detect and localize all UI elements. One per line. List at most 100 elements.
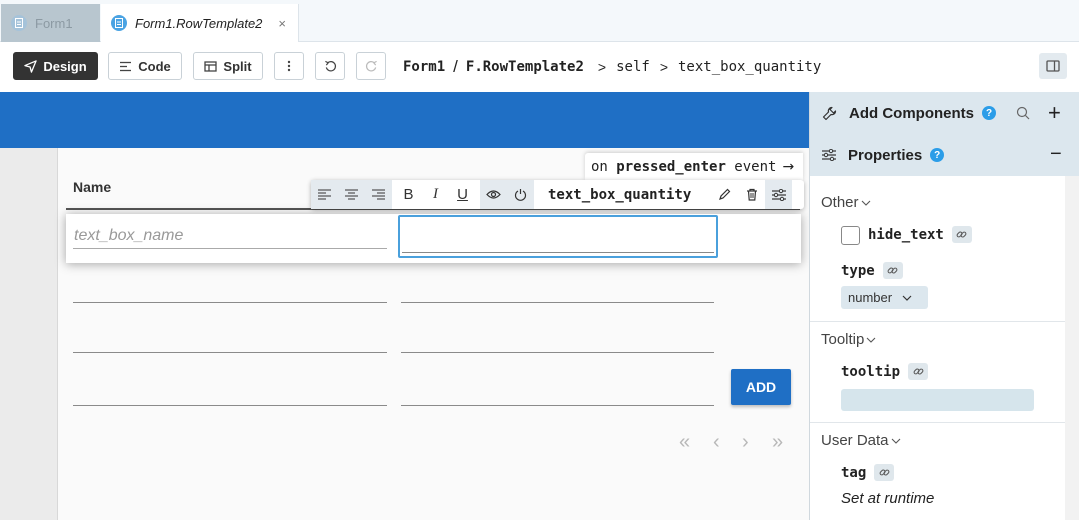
align-group <box>311 180 392 209</box>
section-user-data[interactable]: User Data <box>821 432 901 449</box>
event-prefix: on <box>591 158 617 175</box>
visibility-group <box>480 180 534 209</box>
align-left-icon[interactable] <box>311 180 338 209</box>
prop-type: type <box>841 262 903 279</box>
next-page-icon[interactable]: › <box>742 431 749 454</box>
type-select[interactable]: number <box>841 286 928 309</box>
breadcrumb-component[interactable]: text_box_quantity <box>678 59 821 75</box>
chevron-down-icon <box>866 337 876 343</box>
row-field-line <box>401 302 714 303</box>
toggle-panel-button[interactable] <box>1039 53 1067 79</box>
properties-title: Properties <box>848 146 923 164</box>
prop-tag: tag <box>841 464 895 481</box>
tag-value: Set at runtime <box>841 490 935 507</box>
row-field-line <box>401 352 714 353</box>
undo-button[interactable] <box>315 52 345 80</box>
breadcrumb-self[interactable]: self <box>616 59 650 75</box>
prop-hide-text-label: hide_text <box>868 226 944 243</box>
pencil-icon[interactable] <box>711 180 738 209</box>
add-button[interactable]: ADD <box>731 369 791 405</box>
prop-tag-label: tag <box>841 464 867 481</box>
trash-icon[interactable] <box>738 180 765 209</box>
breadcrumb-template[interactable]: F.RowTemplate2 <box>466 59 584 75</box>
tab-form1-rowtemplate2[interactable]: Form1.RowTemplate2 × <box>101 4 299 42</box>
component-name-label: text_box_quantity <box>548 186 692 203</box>
row-field-line <box>73 352 387 353</box>
name-field[interactable]: text_box_name <box>73 226 387 249</box>
properties-header[interactable]: Properties ? − <box>810 134 1079 176</box>
tab-label: Form1 <box>35 15 73 31</box>
split-view-icon <box>204 60 218 72</box>
vertical-dots-icon <box>287 60 291 72</box>
underline-button[interactable]: U <box>449 180 476 209</box>
wrench-icon <box>822 106 837 120</box>
more-options-button[interactable] <box>274 52 304 80</box>
undo-icon <box>324 60 336 71</box>
arrow-right-icon: → <box>782 158 795 175</box>
help-icon[interactable]: ? <box>930 148 945 162</box>
breadcrumb-separator: > <box>597 59 607 75</box>
sliders-icon[interactable] <box>765 180 792 209</box>
breadcrumb-separator: > <box>659 59 668 75</box>
tab-label: Form1.RowTemplate2 <box>135 15 263 31</box>
tooltip-input[interactable] <box>841 389 1034 411</box>
prev-page-icon[interactable]: ‹ <box>713 431 720 454</box>
split-label: Split <box>223 58 252 74</box>
event-suffix: event <box>725 158 777 175</box>
row-field-line <box>73 405 387 406</box>
column-header-name: Name <box>73 179 112 195</box>
split-button[interactable]: Split <box>193 52 263 80</box>
form-icon <box>111 15 127 31</box>
power-icon[interactable] <box>507 180 534 209</box>
redo-button[interactable] <box>356 52 386 80</box>
event-binding-bar[interactable]: on pressed_enter event → <box>585 153 803 180</box>
breadcrumb-form[interactable]: Form1 <box>403 59 445 75</box>
quantity-field[interactable] <box>398 215 718 258</box>
panel-scrollbar[interactable] <box>1065 176 1079 520</box>
collapse-icon[interactable]: − <box>1050 143 1062 166</box>
align-center-icon[interactable] <box>338 180 365 209</box>
italic-button[interactable]: I <box>422 180 449 209</box>
chevron-down-icon <box>902 295 912 301</box>
close-icon[interactable]: × <box>278 16 286 31</box>
bold-button[interactable]: B <box>395 180 422 209</box>
form-icon <box>11 15 27 31</box>
hide-text-checkbox[interactable] <box>841 226 860 245</box>
link-icon[interactable] <box>908 363 929 380</box>
design-canvas: Name text_box_name ADD « ‹ › » on presse… <box>0 92 809 520</box>
design-button[interactable]: Design <box>13 52 98 80</box>
section-tooltip-label: Tooltip <box>821 331 865 348</box>
event-name: pressed_enter <box>616 158 726 175</box>
section-other[interactable]: Other <box>821 194 871 211</box>
row-field-line <box>73 302 387 303</box>
toolbar-divider <box>392 180 393 209</box>
selected-row[interactable]: text_box_name <box>66 214 801 263</box>
side-panel-icon <box>1046 60 1060 72</box>
format-toolbar: B I U text_box_quantity <box>311 180 804 209</box>
type-select-value: number <box>848 290 893 305</box>
code-lines-icon <box>120 61 132 71</box>
align-right-icon[interactable] <box>365 180 392 209</box>
link-icon[interactable] <box>882 262 903 279</box>
section-tooltip[interactable]: Tooltip <box>821 331 876 348</box>
breadcrumb-slash: / <box>453 57 458 76</box>
send-icon <box>24 59 38 73</box>
tab-form1[interactable]: Form1 <box>1 4 100 42</box>
link-icon[interactable] <box>874 464 895 481</box>
add-components-header[interactable]: Add Components ? + <box>810 92 1079 134</box>
section-other-label: Other <box>821 194 859 211</box>
search-icon[interactable] <box>1016 106 1030 120</box>
add-components-title: Add Components <box>849 104 974 122</box>
add-icon[interactable]: + <box>1048 100 1061 126</box>
last-page-icon[interactable]: » <box>772 431 783 454</box>
section-user-data-label: User Data <box>821 432 889 449</box>
link-icon[interactable] <box>951 226 972 243</box>
code-button[interactable]: Code <box>108 52 182 80</box>
properties-toggle[interactable] <box>765 180 793 209</box>
chevron-down-icon <box>891 438 900 444</box>
help-icon[interactable]: ? <box>982 106 996 120</box>
tab-bar: Form1 Form1.RowTemplate2 × <box>0 0 1079 42</box>
breadcrumb: Form1 / F.RowTemplate2 > self > text_box… <box>403 57 821 77</box>
eye-icon[interactable] <box>480 180 507 209</box>
first-page-icon[interactable]: « <box>679 431 690 454</box>
